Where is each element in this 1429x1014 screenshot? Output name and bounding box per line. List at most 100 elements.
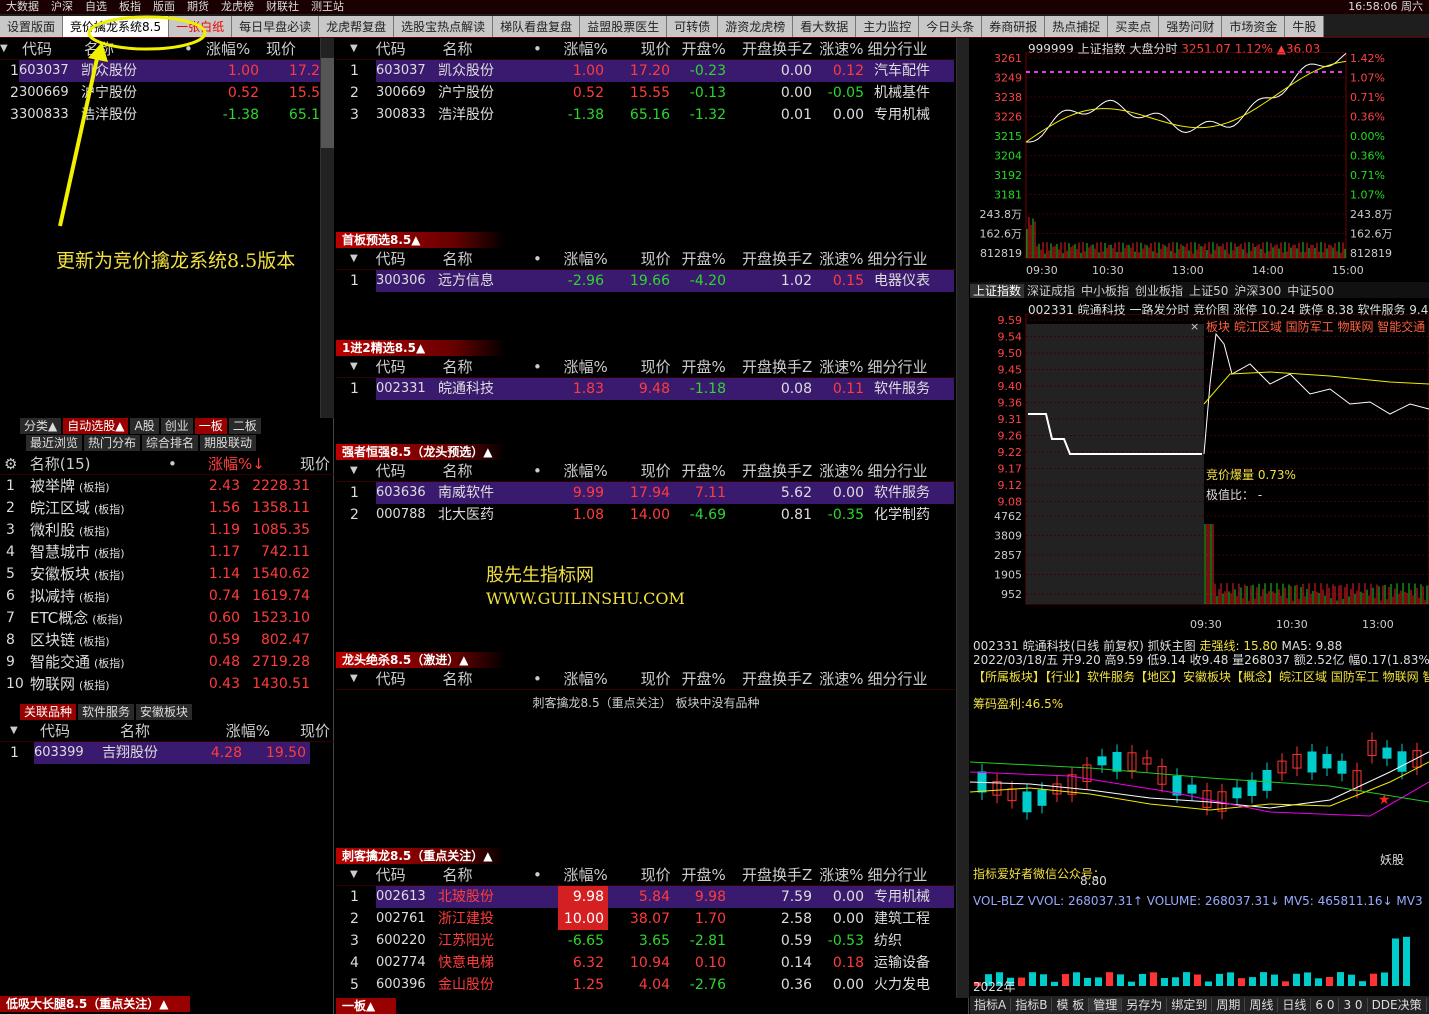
column-header[interactable]: 名称 — [443, 248, 533, 269]
column-header[interactable]: 开盘% — [675, 460, 730, 481]
panel-scrollbar[interactable] — [956, 652, 969, 848]
column-header[interactable]: 细分行业 — [868, 356, 957, 377]
table-row[interactable]: 2 300669 沪宁股份 0.52 15.55 -0.13 0.00 -0.05 机械基件 — [336, 82, 956, 104]
index-tab[interactable]: 沪深300 — [1231, 284, 1284, 298]
column-header[interactable]: 开盘换手Z — [730, 356, 817, 377]
column-header[interactable]: 涨幅% — [555, 248, 612, 269]
column-header[interactable]: 涨幅%↓ — [198, 453, 269, 474]
layout-tab[interactable]: 可转债 — [667, 16, 719, 37]
related-row[interactable]: 1 603399 吉翔股份 4.28 19.50 — [0, 742, 334, 764]
related-tab[interactable]: 软件服务 — [78, 704, 135, 720]
panel-title[interactable]: 刺客擒龙8.5（重点关注）▲ — [336, 848, 506, 864]
left-scrollbar[interactable] — [320, 38, 334, 418]
panel-scrollbar[interactable] — [956, 848, 969, 998]
layout-tab[interactable]: 市场资金 — [1222, 16, 1286, 37]
column-header[interactable]: 开盘换手Z — [730, 460, 817, 481]
bottom-tab[interactable]: 3 0 — [1339, 998, 1368, 1012]
column-header[interactable]: 涨速% — [816, 356, 867, 377]
column-header[interactable]: 开盘换手Z — [730, 38, 817, 59]
table-row[interactable]: 4 002774 快意电梯 6.32 10.94 0.10 0.14 0.18 运输设备 — [336, 952, 956, 974]
column-header[interactable]: 涨速% — [816, 38, 867, 59]
column-header[interactable]: 涨幅% — [555, 356, 612, 377]
menu-item[interactable]: 期货 — [181, 0, 215, 14]
bottom-tab[interactable]: 6 0 — [1311, 998, 1340, 1012]
column-header[interactable]: 涨速% — [816, 460, 867, 481]
column-header[interactable]: 名称 — [443, 38, 533, 59]
sector-row[interactable]: 3 微利股 (板指) 1.19 1085.35 — [0, 519, 334, 541]
index-tab[interactable]: 上证指数 — [970, 284, 1025, 298]
sector-row[interactable]: 5 安徽板块 (板指) 1.14 1540.62 — [0, 563, 334, 585]
view-tab[interactable]: 期股联动 — [200, 435, 257, 451]
category-tab[interactable]: A股 — [130, 418, 159, 434]
column-header[interactable]: 代码 — [376, 668, 443, 689]
category-tab[interactable]: 分类▲ — [20, 418, 62, 434]
column-header[interactable]: 代码 — [376, 248, 443, 269]
column-header[interactable]: 开盘% — [675, 248, 730, 269]
view-tab[interactable]: 综合排名 — [142, 435, 199, 451]
related-tab[interactable]: 关联品种 — [20, 704, 77, 720]
table-row[interactable]: 1 002331 皖通科技 1.83 9.48 -1.18 0.08 0.11 软件服务 — [336, 378, 956, 400]
column-header[interactable]: 细分行业 — [868, 864, 957, 885]
column-header[interactable]: 现价 — [274, 720, 334, 741]
column-header[interactable]: • — [533, 668, 555, 689]
index-tab[interactable]: 上证50 — [1186, 284, 1231, 298]
bottom-tab[interactable]: 模 板 — [1052, 998, 1090, 1012]
sector-row[interactable]: 9 智能交通 (板指) 0.48 2719.28 — [0, 651, 334, 673]
panel-scrollbar[interactable] — [956, 232, 969, 340]
index-tab[interactable]: 深证成指 — [1024, 284, 1078, 298]
layout-tab[interactable]: 益盟股票医生 — [580, 16, 668, 37]
panel-title[interactable]: 龙头绝杀8.5（激进）▲ — [336, 652, 506, 668]
category-tab[interactable]: 创业 — [160, 418, 193, 434]
column-header[interactable]: 涨幅% — [555, 668, 612, 689]
bottom-tab[interactable]: DDE决策 — [1367, 998, 1427, 1012]
column-header[interactable]: • — [533, 356, 555, 377]
column-header[interactable]: • — [168, 453, 198, 474]
bottom-tab[interactable]: 管理 — [1089, 998, 1123, 1012]
column-header[interactable]: 现价 — [612, 668, 675, 689]
column-header[interactable]: 代码 — [376, 356, 443, 377]
column-header[interactable]: 名称 — [443, 356, 533, 377]
column-header[interactable]: 细分行业 — [868, 668, 957, 689]
column-header[interactable]: 代码 — [376, 38, 443, 59]
column-header[interactable]: 涨幅% — [555, 864, 612, 885]
menu-item[interactable]: 龙虎榜 — [215, 0, 260, 14]
column-header[interactable]: 开盘换手Z — [730, 668, 817, 689]
column-header[interactable]: 名称 — [120, 720, 210, 741]
index-tab[interactable]: 中证500 — [1284, 284, 1337, 298]
sector-row[interactable]: 10 物联网 (板指) 0.43 1430.51 — [0, 673, 334, 695]
table-row[interactable]: 3 600220 江苏阳光 -6.65 3.65 -2.81 0.59 -0.53 纺织 — [336, 930, 956, 952]
column-header[interactable]: 涨速% — [816, 668, 867, 689]
panel-title[interactable]: 首板预选8.5▲ — [336, 232, 506, 248]
menu-item[interactable]: 版面 — [147, 0, 181, 14]
layout-tab[interactable]: 选股宝热点解读 — [394, 16, 494, 37]
table-row[interactable]: 1 603636 南威软件 9.99 17.94 7.11 5.62 0.00 软件服务 — [336, 482, 956, 504]
menu-item[interactable]: 沪深 — [45, 0, 79, 14]
expand-icon[interactable]: ▼ — [0, 720, 40, 741]
sector-row[interactable]: 8 区块链 (板指) 0.59 802.47 — [0, 629, 334, 651]
column-header[interactable]: 开盘换手Z — [730, 248, 817, 269]
sector-row[interactable]: 1 被举牌 (板指) 2.43 2228.31 — [0, 475, 334, 497]
bottom-tab[interactable]: 日线 — [1278, 998, 1312, 1012]
layout-tab[interactable]: 强势问财 — [1159, 16, 1223, 37]
layout-tab[interactable]: 买卖点 — [1108, 16, 1160, 37]
layout-tab[interactable]: 券商研报 — [982, 16, 1046, 37]
column-header[interactable]: 代码 — [40, 720, 120, 741]
panel-scrollbar[interactable] — [956, 340, 969, 444]
column-header[interactable]: 涨幅% — [555, 460, 612, 481]
view-tab[interactable]: 热门分布 — [84, 435, 141, 451]
bottom-tab[interactable]: 指标A — [970, 998, 1012, 1012]
column-header[interactable]: 涨幅% — [555, 38, 612, 59]
expand-icon[interactable]: ▼ — [336, 668, 376, 689]
category-tab[interactable]: 一板 — [194, 418, 227, 434]
table-row[interactable]: 1 300306 远方信息 -2.96 19.66 -4.20 1.02 0.15 电器仪表 — [336, 270, 956, 292]
sector-row[interactable]: 6 拟减持 (板指) 0.74 1619.74 — [0, 585, 334, 607]
table-row[interactable]: 3 300833 浩洋股份 -1.38 65.16 -1.32 0.01 0.00 专用机械 — [336, 104, 956, 126]
expand-icon[interactable]: ▼ — [336, 460, 376, 481]
expand-icon[interactable]: ▼ — [336, 356, 376, 377]
column-header[interactable]: 现价 — [612, 248, 675, 269]
column-header[interactable]: 名称 — [443, 864, 533, 885]
bottom-tab[interactable]: 另存为 — [1122, 998, 1168, 1012]
layout-tab[interactable]: 今日头条 — [919, 16, 983, 37]
column-header[interactable]: 现价 — [612, 38, 675, 59]
index-chart[interactable]: 999999 上证指数 大盘分时 3251.07 1.12% ▲36.03 32… — [970, 38, 1429, 282]
